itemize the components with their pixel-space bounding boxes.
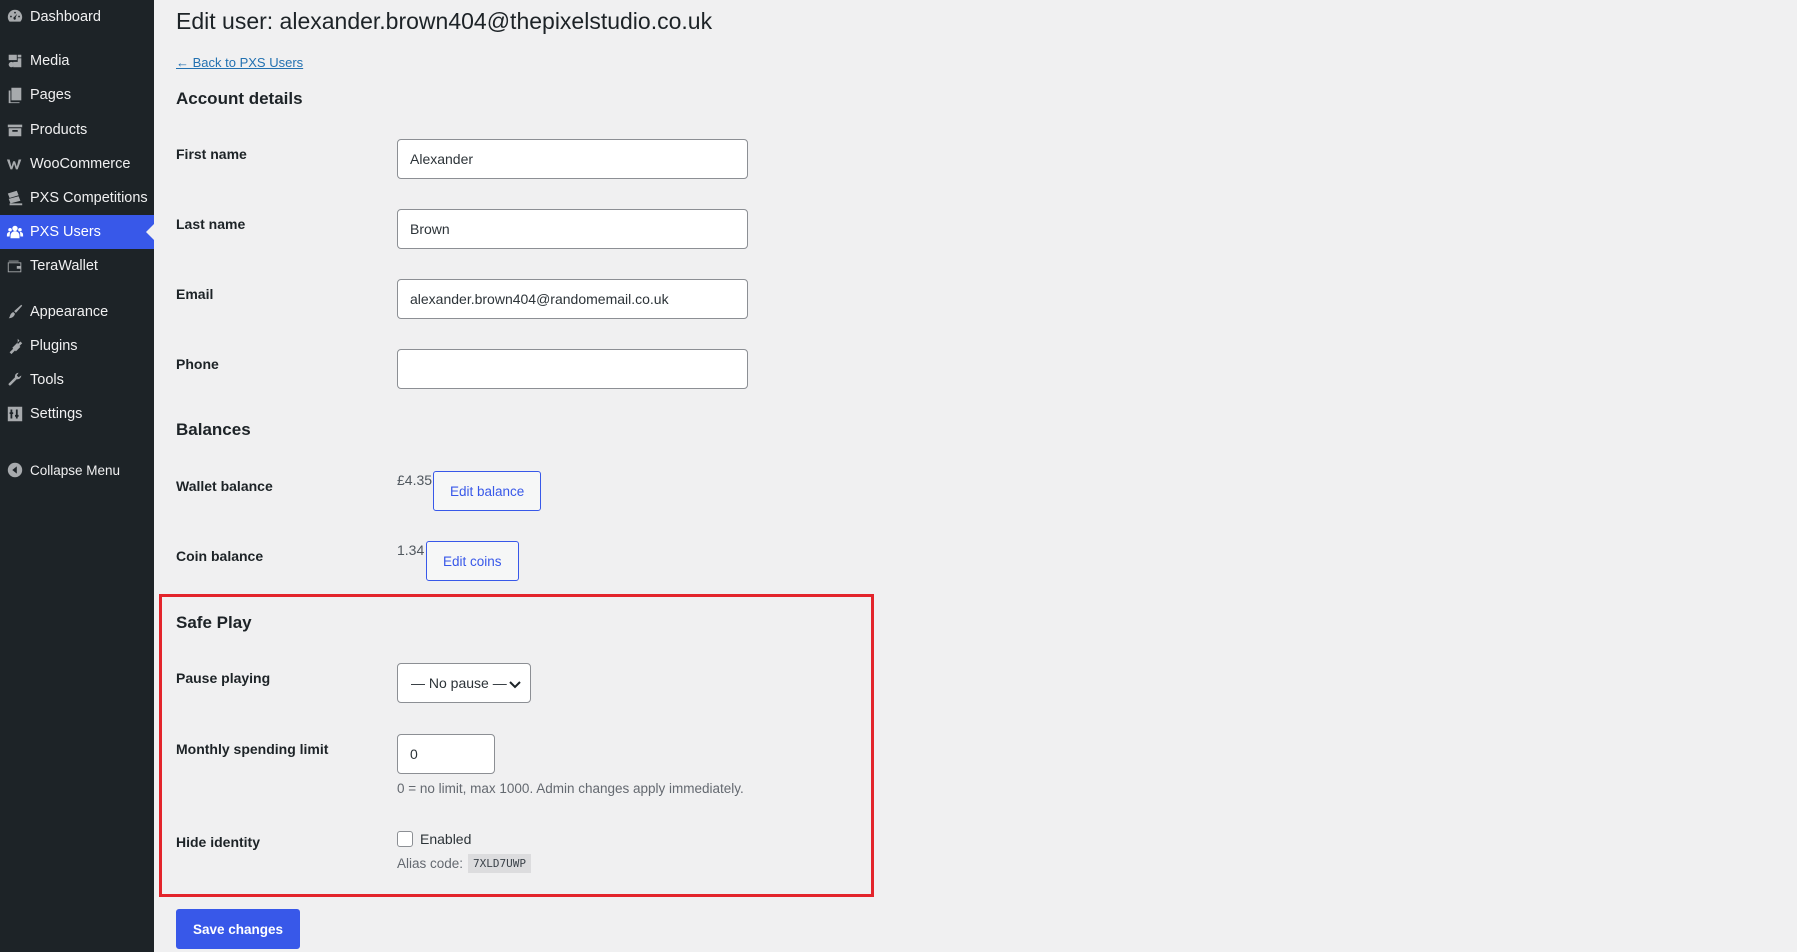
- admin-sidebar: Dashboard Media Pages Products WooCommer…: [0, 0, 154, 952]
- sidebar-item-label: Products: [30, 122, 88, 138]
- sidebar-item-label: TeraWallet: [30, 258, 98, 274]
- sidebar-item-label: PXS Competitions: [30, 190, 148, 206]
- users-icon: [0, 223, 30, 241]
- sidebar-item-media[interactable]: Media: [0, 44, 154, 78]
- paintbrush-icon: [0, 303, 30, 321]
- sidebar-item-products[interactable]: Products: [0, 113, 154, 147]
- sidebar-item-pxs-users[interactable]: PXS Users: [0, 215, 154, 249]
- sidebar-item-label: Tools: [30, 372, 64, 388]
- email-input[interactable]: [397, 279, 748, 319]
- phone-input[interactable]: [397, 349, 748, 389]
- email-label: Email: [176, 286, 214, 302]
- account-details-heading: Account details: [176, 89, 303, 108]
- coin-balance-value: 1.34: [397, 542, 425, 558]
- sidebar-item-label: PXS Users: [30, 224, 101, 240]
- dashboard-icon: [0, 8, 30, 26]
- sidebar-item-plugins[interactable]: Plugins: [0, 329, 154, 363]
- sidebar-item-label: WooCommerce: [30, 156, 131, 172]
- last-name-label: Last name: [176, 216, 246, 232]
- sidebar-item-label: Dashboard: [30, 9, 101, 25]
- first-name-input[interactable]: [397, 139, 748, 179]
- wallet-balance-value: £4.35: [397, 472, 433, 488]
- edit-coins-button[interactable]: Edit coins: [426, 541, 519, 581]
- sidebar-item-woocommerce[interactable]: WooCommerce: [0, 147, 154, 181]
- sidebar-item-settings[interactable]: Settings: [0, 397, 154, 431]
- sidebar-item-terawallet[interactable]: TeraWallet: [0, 249, 154, 283]
- edit-balance-button[interactable]: Edit balance: [433, 471, 542, 511]
- wrench-icon: [0, 371, 30, 389]
- sidebar-item-label: Settings: [30, 406, 83, 422]
- collapse-menu-button[interactable]: Collapse Menu: [0, 453, 154, 487]
- sidebar-item-label: Appearance: [30, 304, 109, 320]
- sidebar-item-dashboard[interactable]: Dashboard: [0, 0, 154, 34]
- page-title: Edit user: alexander.brown404@thepixelst…: [176, 8, 713, 34]
- products-icon: [0, 121, 30, 139]
- phone-label: Phone: [176, 356, 219, 372]
- collapse-icon: [0, 461, 30, 479]
- pages-icon: [0, 86, 30, 104]
- sidebar-item-label: Pages: [30, 87, 72, 103]
- sidebar-item-tools[interactable]: Tools: [0, 363, 154, 397]
- media-icon: [0, 52, 30, 70]
- sidebar-item-label: Media: [30, 53, 70, 69]
- balances-heading: Balances: [176, 420, 251, 439]
- first-name-label: First name: [176, 146, 247, 162]
- back-to-users-link[interactable]: ← Back to PXS Users: [176, 55, 303, 70]
- wallet-icon: [0, 257, 30, 275]
- save-changes-button[interactable]: Save changes: [176, 909, 301, 949]
- sidebar-item-appearance[interactable]: Appearance: [0, 295, 154, 329]
- coin-balance-label: Coin balance: [176, 548, 264, 564]
- sidebar-item-label: Plugins: [30, 338, 78, 354]
- last-name-input[interactable]: [397, 209, 748, 249]
- safe-play-highlight-box: [159, 594, 874, 897]
- sidebar-item-label: Collapse Menu: [30, 462, 121, 478]
- plugin-icon: [0, 337, 30, 355]
- sidebar-item-pages[interactable]: Pages: [0, 78, 154, 112]
- settings-icon: [0, 405, 30, 423]
- sidebar-item-pxs-competitions[interactable]: PXS Competitions: [0, 181, 154, 215]
- woocommerce-icon: [0, 155, 30, 173]
- wallet-balance-label: Wallet balance: [176, 478, 273, 494]
- tickets-icon: [0, 189, 30, 207]
